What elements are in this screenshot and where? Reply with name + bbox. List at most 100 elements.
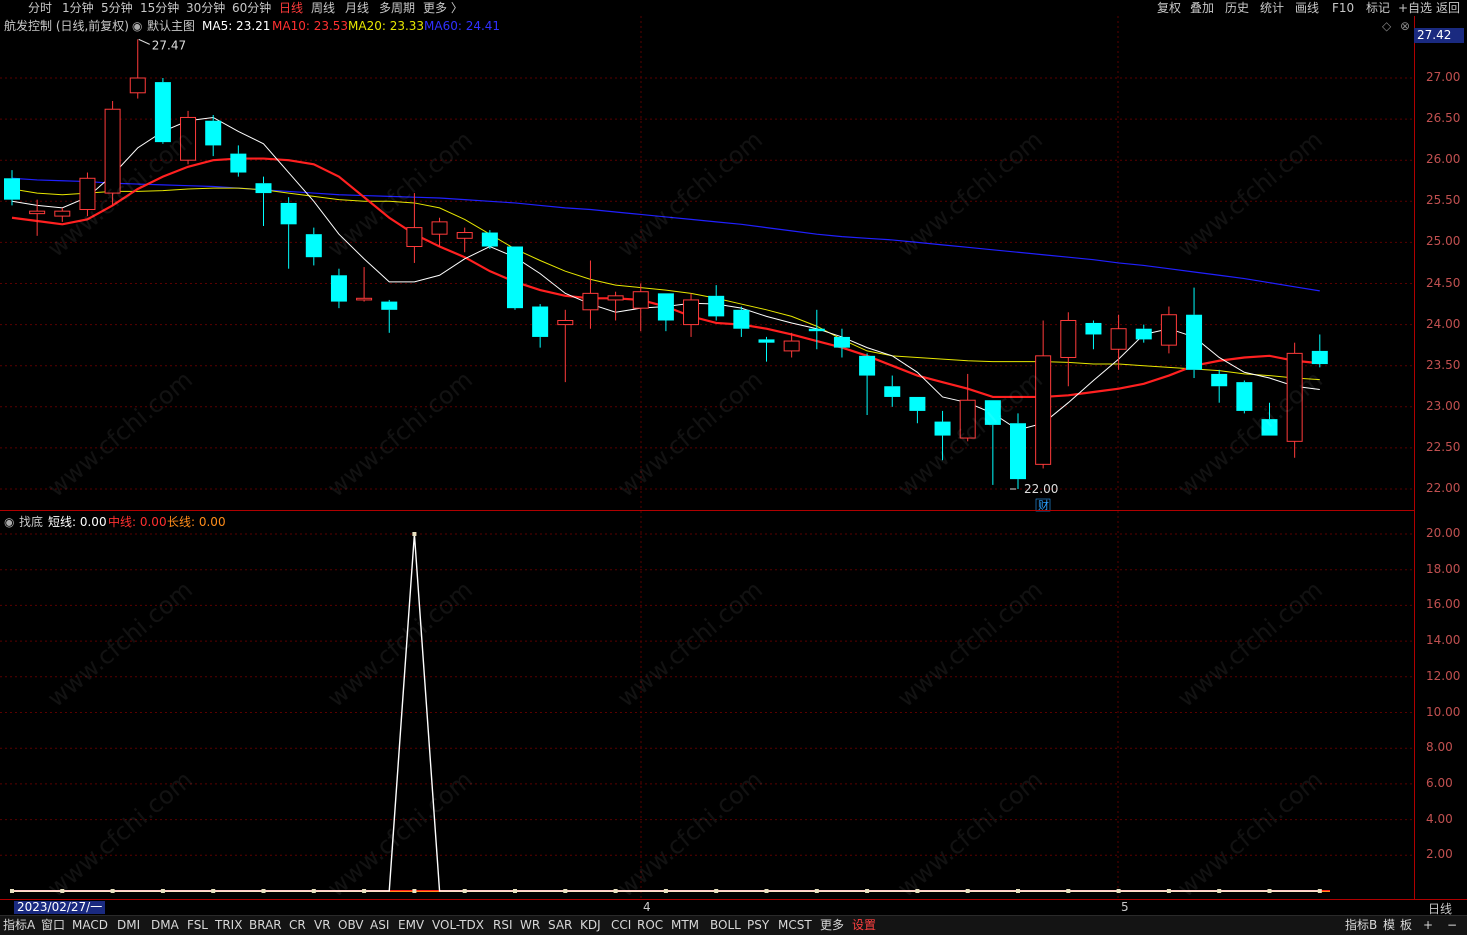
- period-tab-10[interactable]: 更多 〉: [423, 0, 463, 16]
- indicator-dot: [1116, 889, 1121, 893]
- period-tab-8[interactable]: 月线: [345, 0, 369, 16]
- toolbar-button-0[interactable]: 复权: [1157, 0, 1181, 16]
- period-tab-2[interactable]: 5分钟: [101, 0, 133, 16]
- indicator-dot: [412, 532, 417, 536]
- indicator-axis-label: 16.00: [1426, 597, 1461, 612]
- indicator-dot: [714, 889, 719, 893]
- indicator-dot: [1016, 889, 1020, 893]
- indicator-dot: [563, 889, 568, 893]
- candle-body-down: [305, 234, 322, 258]
- indicator-dot: [211, 889, 216, 893]
- candle-body-down: [733, 309, 750, 329]
- pane-separator: [0, 510, 1414, 511]
- indicator-tab-22[interactable]: PSY: [747, 917, 769, 933]
- indicator-axis-label: 18.00: [1426, 561, 1461, 576]
- period-tab-3[interactable]: 15分钟: [140, 0, 179, 16]
- period-tab-0[interactable]: 分时: [28, 0, 52, 16]
- candle-body-up: [129, 77, 146, 94]
- price-axis-label: 26.00: [1426, 152, 1461, 167]
- period-tab-4[interactable]: 30分钟: [186, 0, 225, 16]
- candle-body-down: [532, 306, 549, 337]
- indicator-tab-23[interactable]: MCST: [778, 917, 812, 933]
- period-tab-7[interactable]: 周线: [311, 0, 335, 16]
- toolbar-button-2[interactable]: 历史: [1225, 0, 1249, 16]
- indicator-tab-1[interactable]: 窗口: [41, 917, 65, 933]
- indicator-tab-15[interactable]: WR: [520, 917, 540, 933]
- indicator-axis-label: 14.00: [1426, 633, 1461, 648]
- candle-body-down: [657, 293, 674, 321]
- period-tab-6[interactable]: 日线: [279, 0, 303, 16]
- candle-body-up: [632, 291, 649, 309]
- candle-body-down: [1236, 382, 1253, 411]
- indicator-axis-label: 2.00: [1426, 847, 1453, 862]
- indicator-tab-17[interactable]: KDJ: [580, 917, 601, 933]
- period-tab-9[interactable]: 多周期: [379, 0, 415, 16]
- right-tab-4[interactable]: −: [1447, 917, 1457, 933]
- indicator-tab-12[interactable]: EMV: [398, 917, 424, 933]
- indicator-dot: [311, 889, 316, 893]
- candle-body-down: [330, 275, 347, 302]
- indicator-dot: [462, 889, 467, 893]
- candle-body-down: [758, 339, 775, 343]
- price-axis-label: 22.00: [1426, 481, 1461, 495]
- indicator-tab-16[interactable]: SAR: [548, 917, 572, 933]
- candle-body-down: [984, 400, 1001, 425]
- price-axis-label: 23.50: [1426, 357, 1461, 372]
- candle-body-down: [205, 120, 222, 146]
- toolbar-button-8[interactable]: 返回: [1436, 0, 1460, 16]
- indicator-tab-7[interactable]: BRAR: [249, 917, 282, 933]
- indicator-axis-label: 10.00: [1426, 704, 1461, 719]
- indicator-tab-3[interactable]: DMI: [117, 917, 140, 933]
- candle-body-up: [1160, 314, 1177, 346]
- indicator-tab-10[interactable]: OBV: [338, 917, 364, 933]
- indicator-tab-11[interactable]: ASI: [370, 917, 389, 933]
- candle-body-up: [683, 299, 700, 326]
- candle-body-up: [959, 399, 976, 439]
- toolbar-button-3[interactable]: 统计: [1260, 0, 1284, 16]
- right-tab-0[interactable]: 指标B: [1345, 917, 1377, 933]
- indicator-tab-21[interactable]: BOLL: [710, 917, 741, 933]
- indicator-tab-4[interactable]: DMA: [151, 917, 179, 933]
- indicator-axis-label: 4.00: [1426, 811, 1453, 826]
- indicator-tab-25[interactable]: 设置: [852, 917, 876, 933]
- candle-body-up: [180, 116, 197, 161]
- candle-body-up: [456, 232, 473, 239]
- right-tab-1[interactable]: 模: [1383, 917, 1395, 933]
- right-tab-3[interactable]: +: [1423, 917, 1433, 933]
- toolbar-button-1[interactable]: 叠加: [1190, 0, 1214, 16]
- indicator-dot: [412, 889, 417, 893]
- indicator-tab-2[interactable]: MACD: [72, 917, 108, 933]
- period-tab-1[interactable]: 1分钟: [62, 0, 94, 16]
- kline-chart[interactable]: 27.4722.00财: [0, 0, 1414, 900]
- indicator-tab-6[interactable]: TRIX: [215, 917, 242, 933]
- indicator-tab-8[interactable]: CR: [289, 917, 306, 933]
- indicator-tab-20[interactable]: MTM: [671, 917, 699, 933]
- indicator-tab-14[interactable]: RSI: [493, 917, 513, 933]
- candle-body-up: [431, 221, 448, 235]
- candle-body-down: [230, 153, 247, 173]
- price-axis-label: 25.00: [1426, 234, 1461, 249]
- indicator-tab-18[interactable]: CCI: [611, 917, 631, 933]
- indicator-tab-9[interactable]: VR: [314, 917, 331, 933]
- candle-body-up: [582, 292, 599, 311]
- indicator-dot: [1166, 889, 1171, 893]
- right-tab-2[interactable]: 板: [1400, 917, 1412, 933]
- indicator-tab-13[interactable]: VOL-TDX: [432, 917, 484, 933]
- candle-body-up: [557, 319, 574, 326]
- toolbar-button-4[interactable]: 画线: [1295, 0, 1319, 16]
- candle-body-up: [783, 340, 800, 352]
- indicator-dot: [160, 889, 165, 893]
- indicator-tab-5[interactable]: FSL: [187, 917, 208, 933]
- toolbar-button-5[interactable]: F10: [1332, 0, 1354, 16]
- toolbar-button-6[interactable]: 标记: [1366, 0, 1390, 16]
- indicator-tab-19[interactable]: ROC: [637, 917, 663, 933]
- indicator-tab-0[interactable]: 指标A: [3, 917, 35, 933]
- indicator-dot: [10, 889, 14, 893]
- month-label-may: 5: [1121, 900, 1129, 914]
- indicator-tab-24[interactable]: 更多: [820, 917, 844, 933]
- ma60-line: [11, 177, 1320, 292]
- indicator-dot: [814, 889, 819, 893]
- toolbar-button-7[interactable]: +自选: [1398, 0, 1432, 16]
- price-axis-label: 24.00: [1426, 316, 1461, 331]
- period-tab-5[interactable]: 60分钟: [232, 0, 271, 16]
